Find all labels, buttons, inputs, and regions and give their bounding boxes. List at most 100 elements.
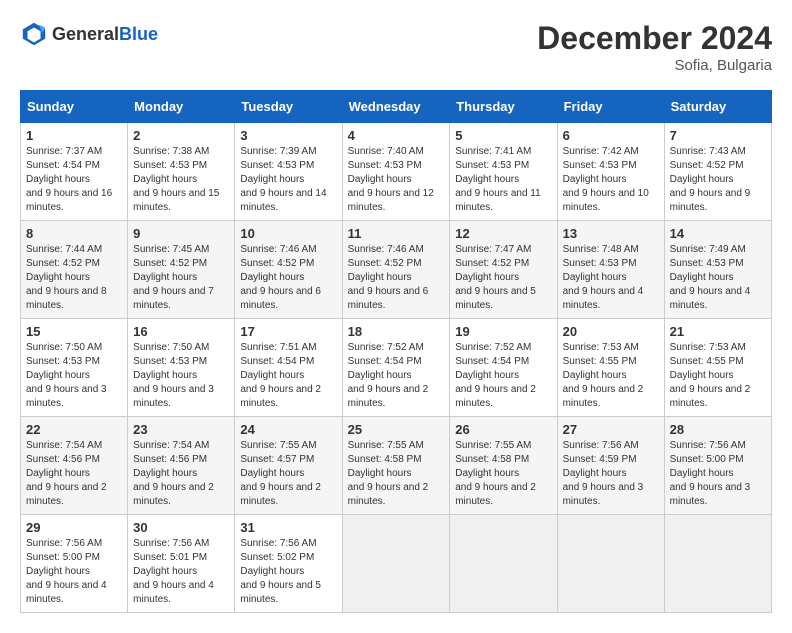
table-row (342, 515, 450, 613)
day-number: 6 (563, 128, 659, 143)
day-number: 9 (133, 226, 229, 241)
calendar-table: Sunday Monday Tuesday Wednesday Thursday… (20, 90, 772, 613)
day-info: Sunrise: 7:38 AMSunset: 4:53 PMDaylight … (133, 146, 219, 213)
table-row: 15 Sunrise: 7:50 AMSunset: 4:53 PMDaylig… (21, 319, 128, 417)
day-number: 27 (563, 422, 659, 437)
day-info: Sunrise: 7:53 AMSunset: 4:55 PMDaylight … (563, 342, 644, 409)
day-number: 24 (240, 422, 336, 437)
day-info: Sunrise: 7:40 AMSunset: 4:53 PMDaylight … (348, 146, 434, 213)
day-info: Sunrise: 7:56 AMSunset: 5:01 PMDaylight … (133, 538, 214, 605)
day-info: Sunrise: 7:54 AMSunset: 4:56 PMDaylight … (26, 440, 107, 507)
day-number: 7 (670, 128, 766, 143)
table-row: 18 Sunrise: 7:52 AMSunset: 4:54 PMDaylig… (342, 319, 450, 417)
col-sunday: Sunday (21, 91, 128, 123)
day-number: 28 (670, 422, 766, 437)
table-row: 31 Sunrise: 7:56 AMSunset: 5:02 PMDaylig… (235, 515, 342, 613)
logo: GeneralBlue (20, 20, 158, 48)
day-info: Sunrise: 7:39 AMSunset: 4:53 PMDaylight … (240, 146, 326, 213)
day-info: Sunrise: 7:56 AMSunset: 5:02 PMDaylight … (240, 538, 321, 605)
logo-text: GeneralBlue (52, 24, 158, 45)
table-row (450, 515, 557, 613)
day-number: 2 (133, 128, 229, 143)
table-row: 1 Sunrise: 7:37 AMSunset: 4:54 PMDayligh… (21, 123, 128, 221)
day-number: 23 (133, 422, 229, 437)
day-number: 16 (133, 324, 229, 339)
calendar-header-row: Sunday Monday Tuesday Wednesday Thursday… (21, 91, 772, 123)
day-info: Sunrise: 7:51 AMSunset: 4:54 PMDaylight … (240, 342, 321, 409)
col-wednesday: Wednesday (342, 91, 450, 123)
day-number: 29 (26, 520, 122, 535)
col-friday: Friday (557, 91, 664, 123)
table-row: 8 Sunrise: 7:44 AMSunset: 4:52 PMDayligh… (21, 221, 128, 319)
table-row: 25 Sunrise: 7:55 AMSunset: 4:58 PMDaylig… (342, 417, 450, 515)
table-row: 16 Sunrise: 7:50 AMSunset: 4:53 PMDaylig… (128, 319, 235, 417)
col-monday: Monday (128, 91, 235, 123)
day-info: Sunrise: 7:50 AMSunset: 4:53 PMDaylight … (26, 342, 107, 409)
day-number: 11 (348, 226, 445, 241)
table-row: 23 Sunrise: 7:54 AMSunset: 4:56 PMDaylig… (128, 417, 235, 515)
day-number: 19 (455, 324, 551, 339)
day-info: Sunrise: 7:55 AMSunset: 4:58 PMDaylight … (455, 440, 536, 507)
calendar-week-row: 15 Sunrise: 7:50 AMSunset: 4:53 PMDaylig… (21, 319, 772, 417)
title-area: December 2024 Sofia, Bulgaria (537, 20, 772, 74)
day-number: 8 (26, 226, 122, 241)
day-info: Sunrise: 7:43 AMSunset: 4:52 PMDaylight … (670, 146, 751, 213)
day-number: 3 (240, 128, 336, 143)
day-info: Sunrise: 7:56 AMSunset: 4:59 PMDaylight … (563, 440, 644, 507)
table-row: 7 Sunrise: 7:43 AMSunset: 4:52 PMDayligh… (664, 123, 771, 221)
page-header: GeneralBlue December 2024 Sofia, Bulgari… (20, 20, 772, 74)
calendar-week-row: 22 Sunrise: 7:54 AMSunset: 4:56 PMDaylig… (21, 417, 772, 515)
day-number: 14 (670, 226, 766, 241)
table-row: 24 Sunrise: 7:55 AMSunset: 4:57 PMDaylig… (235, 417, 342, 515)
col-saturday: Saturday (664, 91, 771, 123)
day-number: 12 (455, 226, 551, 241)
table-row: 29 Sunrise: 7:56 AMSunset: 5:00 PMDaylig… (21, 515, 128, 613)
day-number: 25 (348, 422, 445, 437)
table-row: 13 Sunrise: 7:48 AMSunset: 4:53 PMDaylig… (557, 221, 664, 319)
table-row: 17 Sunrise: 7:51 AMSunset: 4:54 PMDaylig… (235, 319, 342, 417)
day-info: Sunrise: 7:44 AMSunset: 4:52 PMDaylight … (26, 244, 107, 311)
table-row: 5 Sunrise: 7:41 AMSunset: 4:53 PMDayligh… (450, 123, 557, 221)
calendar-week-row: 8 Sunrise: 7:44 AMSunset: 4:52 PMDayligh… (21, 221, 772, 319)
calendar-week-row: 29 Sunrise: 7:56 AMSunset: 5:00 PMDaylig… (21, 515, 772, 613)
month-title: December 2024 (537, 20, 772, 57)
table-row: 14 Sunrise: 7:49 AMSunset: 4:53 PMDaylig… (664, 221, 771, 319)
table-row: 6 Sunrise: 7:42 AMSunset: 4:53 PMDayligh… (557, 123, 664, 221)
day-info: Sunrise: 7:52 AMSunset: 4:54 PMDaylight … (348, 342, 429, 409)
day-info: Sunrise: 7:56 AMSunset: 5:00 PMDaylight … (670, 440, 751, 507)
table-row: 19 Sunrise: 7:52 AMSunset: 4:54 PMDaylig… (450, 319, 557, 417)
day-number: 20 (563, 324, 659, 339)
day-number: 5 (455, 128, 551, 143)
day-info: Sunrise: 7:49 AMSunset: 4:53 PMDaylight … (670, 244, 751, 311)
day-info: Sunrise: 7:41 AMSunset: 4:53 PMDaylight … (455, 146, 540, 213)
day-info: Sunrise: 7:45 AMSunset: 4:52 PMDaylight … (133, 244, 214, 311)
day-info: Sunrise: 7:55 AMSunset: 4:57 PMDaylight … (240, 440, 321, 507)
calendar-week-row: 1 Sunrise: 7:37 AMSunset: 4:54 PMDayligh… (21, 123, 772, 221)
table-row: 12 Sunrise: 7:47 AMSunset: 4:52 PMDaylig… (450, 221, 557, 319)
day-number: 1 (26, 128, 122, 143)
day-info: Sunrise: 7:37 AMSunset: 4:54 PMDaylight … (26, 146, 112, 213)
day-number: 13 (563, 226, 659, 241)
logo-icon (20, 20, 48, 48)
day-number: 17 (240, 324, 336, 339)
day-info: Sunrise: 7:56 AMSunset: 5:00 PMDaylight … (26, 538, 107, 605)
day-info: Sunrise: 7:52 AMSunset: 4:54 PMDaylight … (455, 342, 536, 409)
day-info: Sunrise: 7:50 AMSunset: 4:53 PMDaylight … (133, 342, 214, 409)
day-info: Sunrise: 7:42 AMSunset: 4:53 PMDaylight … (563, 146, 649, 213)
day-number: 15 (26, 324, 122, 339)
table-row: 30 Sunrise: 7:56 AMSunset: 5:01 PMDaylig… (128, 515, 235, 613)
table-row: 20 Sunrise: 7:53 AMSunset: 4:55 PMDaylig… (557, 319, 664, 417)
table-row: 3 Sunrise: 7:39 AMSunset: 4:53 PMDayligh… (235, 123, 342, 221)
table-row: 9 Sunrise: 7:45 AMSunset: 4:52 PMDayligh… (128, 221, 235, 319)
table-row: 28 Sunrise: 7:56 AMSunset: 5:00 PMDaylig… (664, 417, 771, 515)
day-number: 22 (26, 422, 122, 437)
col-thursday: Thursday (450, 91, 557, 123)
day-number: 18 (348, 324, 445, 339)
table-row: 27 Sunrise: 7:56 AMSunset: 4:59 PMDaylig… (557, 417, 664, 515)
table-row: 21 Sunrise: 7:53 AMSunset: 4:55 PMDaylig… (664, 319, 771, 417)
day-number: 30 (133, 520, 229, 535)
table-row: 11 Sunrise: 7:46 AMSunset: 4:52 PMDaylig… (342, 221, 450, 319)
day-info: Sunrise: 7:46 AMSunset: 4:52 PMDaylight … (240, 244, 321, 311)
day-info: Sunrise: 7:53 AMSunset: 4:55 PMDaylight … (670, 342, 751, 409)
table-row (557, 515, 664, 613)
